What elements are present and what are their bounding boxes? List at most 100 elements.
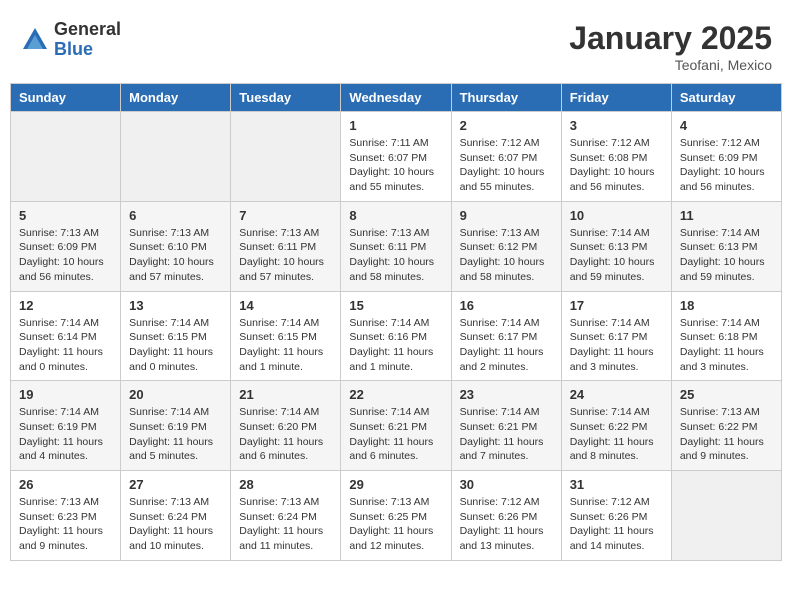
day-info: Sunrise: 7:14 AM Sunset: 6:16 PM Dayligh… <box>349 316 442 375</box>
calendar-week-row: 19 Sunrise: 7:14 AM Sunset: 6:19 PM Dayli… <box>11 381 782 471</box>
day-info: Sunrise: 7:14 AM Sunset: 6:21 PM Dayligh… <box>349 405 442 464</box>
day-info: Sunrise: 7:14 AM Sunset: 6:17 PM Dayligh… <box>460 316 553 375</box>
calendar-day: 9 Sunrise: 7:13 AM Sunset: 6:12 PM Daylig… <box>451 201 561 291</box>
day-number: 3 <box>570 118 663 133</box>
day-number: 15 <box>349 298 442 313</box>
day-header-thursday: Thursday <box>451 84 561 112</box>
calendar-day: 5Sunrise: 7:13 AM Sunset: 6:09 PM Daylig… <box>11 201 121 291</box>
calendar-week-row: 1 Sunrise: 7:11 AM Sunset: 6:07 PM Daylig… <box>11 112 782 202</box>
calendar-day: 1 Sunrise: 7:11 AM Sunset: 6:07 PM Daylig… <box>341 112 451 202</box>
day-info: Sunrise: 7:12 AM Sunset: 6:08 PM Dayligh… <box>570 136 663 195</box>
day-header-sunday: Sunday <box>11 84 121 112</box>
day-number: 23 <box>460 387 553 402</box>
calendar-day: 17 Sunrise: 7:14 AM Sunset: 6:17 PM Dayli… <box>561 291 671 381</box>
logo: General Blue <box>20 20 121 60</box>
day-info: Sunrise: 7:11 AM Sunset: 6:07 PM Dayligh… <box>349 136 442 195</box>
calendar-day: 30 Sunrise: 7:12 AM Sunset: 6:26 PM Dayli… <box>451 471 561 561</box>
calendar-day: 2 Sunrise: 7:12 AM Sunset: 6:07 PM Daylig… <box>451 112 561 202</box>
logo-blue-text: Blue <box>54 40 121 60</box>
calendar-day: 13Sunrise: 7:14 AM Sunset: 6:15 PM Dayli… <box>121 291 231 381</box>
day-info: Sunrise: 7:14 AM Sunset: 6:13 PM Dayligh… <box>570 226 663 285</box>
day-number: 12 <box>19 298 112 313</box>
calendar-day: 12 Sunrise: 7:14 AM Sunset: 6:14 PM Dayli… <box>11 291 121 381</box>
calendar-day: 20 Sunrise: 7:14 AM Sunset: 6:19 PM Dayli… <box>121 381 231 471</box>
day-info: Sunrise: 7:14 AM Sunset: 6:19 PM Dayligh… <box>19 405 112 464</box>
page-header: General Blue January 2025 Teofani, Mexic… <box>10 10 782 78</box>
calendar-day: 4 Sunrise: 7:12 AM Sunset: 6:09 PM Daylig… <box>671 112 781 202</box>
day-info: Sunrise: 7:13 AM Sunset: 6:22 PM Dayligh… <box>680 405 773 464</box>
calendar-day: 19 Sunrise: 7:14 AM Sunset: 6:19 PM Dayli… <box>11 381 121 471</box>
day-header-tuesday: Tuesday <box>231 84 341 112</box>
day-number: 13 <box>129 298 222 313</box>
day-number: 29 <box>349 477 442 492</box>
day-number: 22 <box>349 387 442 402</box>
day-info: Sunrise: 7:13 AM Sunset: 6:12 PM Dayligh… <box>460 226 553 285</box>
calendar-day: 3 Sunrise: 7:12 AM Sunset: 6:08 PM Daylig… <box>561 112 671 202</box>
day-info: Sunrise: 7:14 AM Sunset: 6:22 PM Dayligh… <box>570 405 663 464</box>
day-header-saturday: Saturday <box>671 84 781 112</box>
day-info: Sunrise: 7:12 AM Sunset: 6:09 PM Dayligh… <box>680 136 773 195</box>
day-number: 18 <box>680 298 773 313</box>
calendar-week-row: 12 Sunrise: 7:14 AM Sunset: 6:14 PM Dayli… <box>11 291 782 381</box>
day-number: 7 <box>239 208 332 223</box>
day-info: Sunrise: 7:13 AM Sunset: 6:23 PM Dayligh… <box>19 495 112 554</box>
calendar-day: 14 Sunrise: 7:14 AM Sunset: 6:15 PM Dayli… <box>231 291 341 381</box>
calendar-day: 29 Sunrise: 7:13 AM Sunset: 6:25 PM Dayli… <box>341 471 451 561</box>
calendar-day: 28Sunrise: 7:13 AM Sunset: 6:24 PM Dayli… <box>231 471 341 561</box>
logo-icon <box>20 25 50 55</box>
day-number: 2 <box>460 118 553 133</box>
day-info: Sunrise: 7:12 AM Sunset: 6:26 PM Dayligh… <box>570 495 663 554</box>
days-header-row: SundayMondayTuesdayWednesdayThursdayFrid… <box>11 84 782 112</box>
calendar-day: 23Sunrise: 7:14 AM Sunset: 6:21 PM Dayli… <box>451 381 561 471</box>
calendar-day: 18 Sunrise: 7:14 AM Sunset: 6:18 PM Dayli… <box>671 291 781 381</box>
calendar-day: 26 Sunrise: 7:13 AM Sunset: 6:23 PM Dayli… <box>11 471 121 561</box>
title-block: January 2025 Teofani, Mexico <box>569 20 772 73</box>
day-number: 9 <box>460 208 553 223</box>
day-number: 17 <box>570 298 663 313</box>
day-info: Sunrise: 7:13 AM Sunset: 6:25 PM Dayligh… <box>349 495 442 554</box>
calendar-day: 15 Sunrise: 7:14 AM Sunset: 6:16 PM Dayli… <box>341 291 451 381</box>
day-info: Sunrise: 7:13 AM Sunset: 6:09 PM Dayligh… <box>19 226 112 285</box>
calendar-day <box>121 112 231 202</box>
day-number: 20 <box>129 387 222 402</box>
calendar-day: 16 Sunrise: 7:14 AM Sunset: 6:17 PM Dayli… <box>451 291 561 381</box>
day-info: Sunrise: 7:13 AM Sunset: 6:24 PM Dayligh… <box>129 495 222 554</box>
calendar-day: 7 Sunrise: 7:13 AM Sunset: 6:11 PM Daylig… <box>231 201 341 291</box>
day-number: 4 <box>680 118 773 133</box>
day-info: Sunrise: 7:14 AM Sunset: 6:14 PM Dayligh… <box>19 316 112 375</box>
logo-general-text: General <box>54 20 121 40</box>
day-number: 10 <box>570 208 663 223</box>
day-number: 26 <box>19 477 112 492</box>
day-number: 19 <box>19 387 112 402</box>
calendar-day: 31 Sunrise: 7:12 AM Sunset: 6:26 PM Dayli… <box>561 471 671 561</box>
day-number: 16 <box>460 298 553 313</box>
day-number: 8 <box>349 208 442 223</box>
day-info: Sunrise: 7:12 AM Sunset: 6:07 PM Dayligh… <box>460 136 553 195</box>
calendar-day: 22 Sunrise: 7:14 AM Sunset: 6:21 PM Dayli… <box>341 381 451 471</box>
day-header-friday: Friday <box>561 84 671 112</box>
calendar-day <box>671 471 781 561</box>
day-info: Sunrise: 7:14 AM Sunset: 6:19 PM Dayligh… <box>129 405 222 464</box>
day-number: 11 <box>680 208 773 223</box>
day-info: Sunrise: 7:13 AM Sunset: 6:24 PM Dayligh… <box>239 495 332 554</box>
day-number: 6 <box>129 208 222 223</box>
day-number: 24 <box>570 387 663 402</box>
day-info: Sunrise: 7:14 AM Sunset: 6:17 PM Dayligh… <box>570 316 663 375</box>
day-number: 31 <box>570 477 663 492</box>
day-number: 14 <box>239 298 332 313</box>
calendar-title: January 2025 <box>569 20 772 57</box>
day-number: 30 <box>460 477 553 492</box>
calendar-day: 27Sunrise: 7:13 AM Sunset: 6:24 PM Dayli… <box>121 471 231 561</box>
day-info: Sunrise: 7:14 AM Sunset: 6:15 PM Dayligh… <box>239 316 332 375</box>
calendar-week-row: 26 Sunrise: 7:13 AM Sunset: 6:23 PM Dayli… <box>11 471 782 561</box>
day-number: 1 <box>349 118 442 133</box>
day-info: Sunrise: 7:14 AM Sunset: 6:18 PM Dayligh… <box>680 316 773 375</box>
calendar-day: 25 Sunrise: 7:13 AM Sunset: 6:22 PM Dayli… <box>671 381 781 471</box>
calendar-week-row: 5Sunrise: 7:13 AM Sunset: 6:09 PM Daylig… <box>11 201 782 291</box>
day-number: 21 <box>239 387 332 402</box>
day-info: Sunrise: 7:14 AM Sunset: 6:20 PM Dayligh… <box>239 405 332 464</box>
day-info: Sunrise: 7:13 AM Sunset: 6:11 PM Dayligh… <box>239 226 332 285</box>
day-number: 25 <box>680 387 773 402</box>
calendar-day: 24 Sunrise: 7:14 AM Sunset: 6:22 PM Dayli… <box>561 381 671 471</box>
day-info: Sunrise: 7:12 AM Sunset: 6:26 PM Dayligh… <box>460 495 553 554</box>
